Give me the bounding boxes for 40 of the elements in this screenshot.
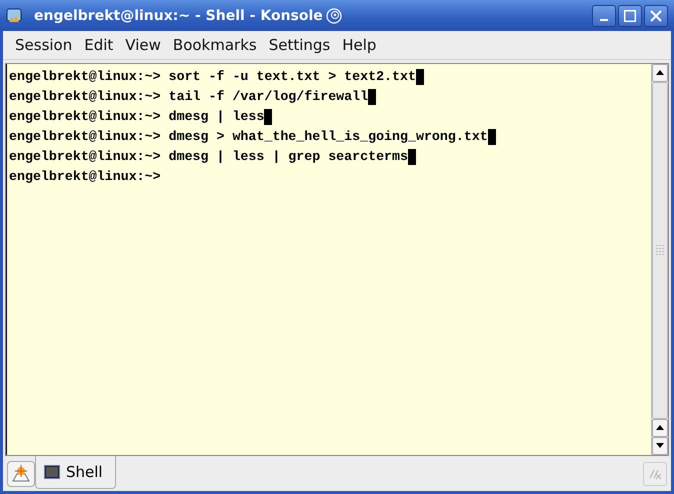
- new-session-button[interactable]: [7, 460, 35, 486]
- terminal-prompt: engelbrekt@linux:~>: [9, 108, 161, 126]
- new-session-icon: [11, 464, 31, 482]
- menu-item[interactable]: View: [119, 36, 167, 54]
- up-arrow-icon: [656, 70, 664, 76]
- session-tab[interactable]: Shell: [35, 456, 116, 488]
- menu-item[interactable]: Edit: [78, 36, 120, 54]
- terminal-command: dmesg | less | grep searcterms: [168, 148, 408, 166]
- terminal-command: dmesg | less: [168, 108, 264, 126]
- menu-item[interactable]: Settings: [262, 36, 336, 54]
- menu-item[interactable]: Bookmarks: [166, 36, 263, 54]
- grip-icon: [656, 244, 664, 256]
- terminal-icon: [44, 464, 60, 478]
- minimize-icon: [600, 18, 608, 20]
- close-icon: [650, 10, 662, 22]
- swirl-icon: [324, 6, 343, 24]
- terminal-command: dmesg > what_the_hell_is_going_wrong.txt: [168, 128, 488, 146]
- menu-item[interactable]: Help: [336, 36, 382, 54]
- scrollbar[interactable]: [651, 64, 668, 455]
- close-button[interactable]: [644, 4, 668, 26]
- terminal-prompt: engelbrekt@linux:~>: [9, 88, 161, 106]
- menu-item[interactable]: Session: [9, 36, 78, 54]
- maximize-icon: [624, 10, 636, 22]
- scroll-up-button[interactable]: [652, 419, 668, 437]
- terminal-prompt: engelbrekt@linux:~>: [9, 128, 161, 146]
- window-title: engelbrekt@linux:~ - Shell - Konsole: [34, 8, 323, 24]
- minimize-button[interactable]: [592, 4, 616, 26]
- terminal-prompt: engelbrekt@linux:~>: [9, 168, 161, 186]
- scroll-down-button[interactable]: [652, 437, 668, 455]
- scroll-up-button[interactable]: [652, 64, 668, 82]
- close-session-icon: [647, 468, 663, 480]
- down-arrow-icon: [656, 443, 664, 449]
- maximize-button[interactable]: [618, 4, 642, 26]
- terminal-command: tail -f /var/log/firewall: [168, 88, 368, 106]
- up-arrow-icon: [656, 425, 664, 431]
- terminal-prompt: engelbrekt@linux:~>: [9, 148, 161, 166]
- terminal-prompt: engelbrekt@linux:~>: [9, 68, 161, 86]
- app-icon: [6, 8, 22, 24]
- scrollbar-thumb[interactable]: [652, 82, 668, 419]
- terminal-command: sort -f -u text.txt > text2.txt: [168, 68, 416, 86]
